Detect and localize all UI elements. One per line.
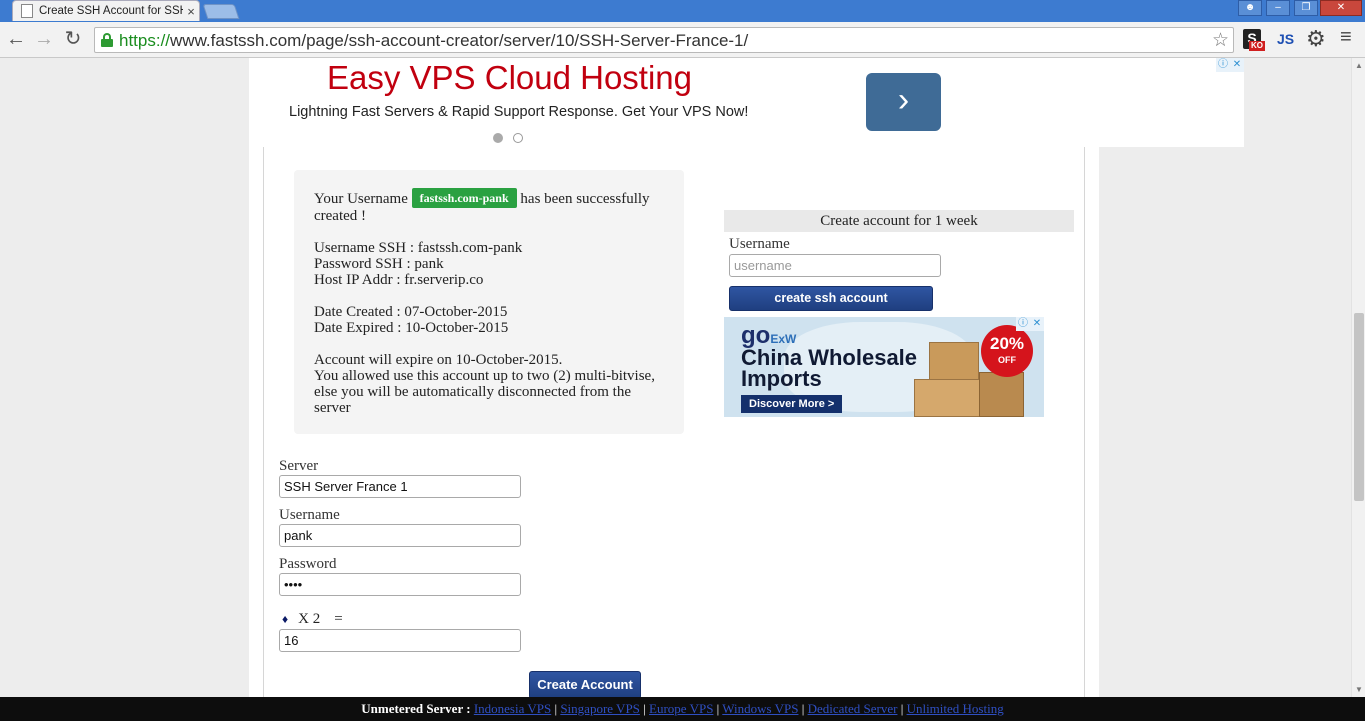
extension-s-icon[interactable]: S KO bbox=[1243, 29, 1265, 51]
url-scheme: https:// bbox=[119, 31, 171, 50]
notice-block: Account will expire on 10-October-2015. … bbox=[314, 352, 664, 416]
browser-toolbar: ← → ↻ https://www.fastssh.com/page/ssh-a… bbox=[0, 22, 1365, 58]
ad-next-arrow-icon[interactable]: › bbox=[866, 73, 941, 131]
captcha-equals: = bbox=[334, 611, 343, 627]
url-path: www.fastssh.com/page/ssh-account-creator… bbox=[170, 31, 749, 50]
ad-subtitle[interactable]: Lightning Fast Servers & Rapid Support R… bbox=[289, 104, 748, 120]
forward-icon[interactable]: → bbox=[32, 28, 56, 52]
footer-separator: | bbox=[897, 701, 907, 716]
carousel-dot[interactable] bbox=[513, 133, 523, 143]
secure-lock-icon bbox=[101, 33, 113, 47]
scroll-up-icon[interactable]: ▲ bbox=[1354, 61, 1364, 70]
ad-discount-badge: 20% OFF bbox=[981, 325, 1033, 377]
password-label: Password bbox=[279, 556, 337, 572]
profile-icon[interactable]: ☻ bbox=[1238, 0, 1262, 16]
footer-separator: | bbox=[551, 701, 561, 716]
footer-link-dedicated-server[interactable]: Dedicated Server bbox=[808, 701, 898, 716]
username-field[interactable]: pank bbox=[279, 524, 521, 547]
gear-icon[interactable]: ⚙ bbox=[1306, 26, 1326, 52]
footer-separator: | bbox=[798, 701, 808, 716]
scroll-down-icon[interactable]: ▼ bbox=[1354, 685, 1364, 694]
footer-link-unlimited-hosting[interactable]: Unlimited Hosting bbox=[907, 701, 1004, 716]
new-tab-button[interactable] bbox=[202, 4, 240, 19]
ad-box-image bbox=[979, 372, 1024, 417]
tab-title: Create SSH Account for SSH bbox=[39, 5, 183, 17]
page-favicon-icon bbox=[21, 4, 33, 18]
footer-link-europe-vps[interactable]: Europe VPS bbox=[649, 701, 713, 716]
intro-prefix: Your Username bbox=[314, 191, 408, 207]
create-ssh-account-button[interactable]: create ssh account bbox=[729, 286, 933, 311]
back-icon[interactable]: ← bbox=[4, 28, 28, 52]
ssh-password-line: Password SSH : pank bbox=[314, 256, 444, 272]
ad-headline-line2: Imports bbox=[741, 366, 822, 391]
footer-link-windows-vps[interactable]: Windows VPS bbox=[722, 701, 798, 716]
extension-badge: KO bbox=[1249, 41, 1265, 51]
create-account-button[interactable]: Create Account bbox=[529, 671, 641, 697]
footer-bar: Unmetered Server : Indonesia VPS | Singa… bbox=[0, 697, 1365, 721]
usage-notice: You allowed use this account up to two (… bbox=[314, 368, 655, 416]
browser-tab[interactable]: Create SSH Account for SSH × bbox=[12, 0, 200, 21]
scroll-thumb[interactable] bbox=[1354, 313, 1364, 501]
menu-icon[interactable]: ≡ bbox=[1340, 26, 1352, 49]
extension-js-icon[interactable]: JS bbox=[1277, 31, 1294, 47]
bookmark-star-icon[interactable]: ☆ bbox=[1212, 29, 1229, 52]
password-field[interactable]: •••• bbox=[279, 573, 521, 596]
footer-separator: | bbox=[639, 701, 650, 716]
ad-box-image bbox=[929, 342, 979, 380]
server-label: Server bbox=[279, 458, 319, 474]
username-badge: fastssh.com-pank bbox=[411, 188, 517, 208]
ad-headline: China Wholesale Imports bbox=[741, 347, 917, 391]
week-username-label: Username bbox=[729, 236, 790, 252]
created-message: Your Username fastssh.com-pank has been … bbox=[314, 188, 664, 224]
username-label: Username bbox=[279, 507, 340, 523]
week-form-heading: Create account for 1 week bbox=[724, 210, 1074, 232]
page-scrollbar[interactable]: ▲ ▼ bbox=[1351, 58, 1365, 697]
dates-block: Date Created : 07-October-2015 Date Expi… bbox=[314, 304, 664, 336]
footer-lead: Unmetered Server : bbox=[361, 701, 471, 716]
ad-discount-off: OFF bbox=[998, 355, 1016, 365]
captcha-question: ♦ X 2 = bbox=[282, 611, 343, 628]
side-banner-ad[interactable]: goExW China Wholesale Imports Discover M… bbox=[724, 317, 1044, 417]
footer-separator: | bbox=[713, 701, 723, 716]
ad-info-icon[interactable]: ⓘ bbox=[1016, 317, 1030, 331]
footer-link-indonesia-vps[interactable]: Indonesia VPS bbox=[474, 701, 551, 716]
ad-choices: ⓘ ✕ bbox=[1016, 317, 1044, 331]
url-text: https://www.fastssh.com/page/ssh-account… bbox=[119, 31, 748, 51]
ssh-username-line: Username SSH : fastssh.com-pank bbox=[314, 240, 523, 256]
page-viewport: Easy VPS Cloud Hosting Lightning Fast Se… bbox=[0, 58, 1351, 697]
captcha-answer-field[interactable]: 16 bbox=[279, 629, 521, 652]
ad-close-icon[interactable]: ✕ bbox=[1230, 58, 1244, 72]
address-bar[interactable]: https://www.fastssh.com/page/ssh-account… bbox=[94, 27, 1234, 53]
ad-info-icon[interactable]: ⓘ bbox=[1216, 58, 1230, 72]
captcha-operand-icon: ♦ bbox=[282, 612, 289, 626]
ad-discover-button[interactable]: Discover More > bbox=[741, 395, 843, 413]
restore-icon[interactable]: ❐ bbox=[1294, 0, 1318, 16]
top-banner-ad[interactable]: Easy VPS Cloud Hosting Lightning Fast Se… bbox=[263, 58, 1244, 147]
date-created-line: Date Created : 07-October-2015 bbox=[314, 304, 508, 320]
minimize-icon[interactable]: – bbox=[1266, 0, 1290, 16]
captcha-operand: X 2 bbox=[298, 611, 321, 627]
footer-link-singapore-vps[interactable]: Singapore VPS bbox=[560, 701, 640, 716]
account-created-panel: Your Username fastssh.com-pank has been … bbox=[294, 170, 684, 434]
ad-logo-sub: ExW bbox=[770, 332, 797, 346]
reload-icon[interactable]: ↻ bbox=[61, 28, 85, 52]
ad-box-image bbox=[914, 379, 989, 417]
expire-notice: Account will expire on 10-October-2015. bbox=[314, 352, 563, 368]
ad-title[interactable]: Easy VPS Cloud Hosting bbox=[327, 59, 692, 97]
ad-carousel-dots bbox=[493, 133, 523, 143]
tab-strip: Create SSH Account for SSH × ☻ – ❐ ✕ bbox=[0, 0, 1365, 22]
server-field[interactable]: SSH Server France 1 bbox=[279, 475, 521, 498]
credentials-block: Username SSH : fastssh.com-pank Password… bbox=[314, 240, 664, 288]
date-expired-line: Date Expired : 10-October-2015 bbox=[314, 320, 509, 336]
carousel-dot[interactable] bbox=[493, 133, 503, 143]
week-username-input[interactable]: username bbox=[729, 254, 941, 277]
window-close-icon[interactable]: ✕ bbox=[1320, 0, 1362, 16]
ad-choices: ⓘ ✕ bbox=[1216, 58, 1244, 72]
ad-close-icon[interactable]: ✕ bbox=[1030, 317, 1044, 331]
host-ip-line: Host IP Addr : fr.serverip.co bbox=[314, 272, 484, 288]
ad-discount-pct: 20% bbox=[989, 334, 1025, 353]
tab-close-icon[interactable]: × bbox=[183, 4, 199, 19]
